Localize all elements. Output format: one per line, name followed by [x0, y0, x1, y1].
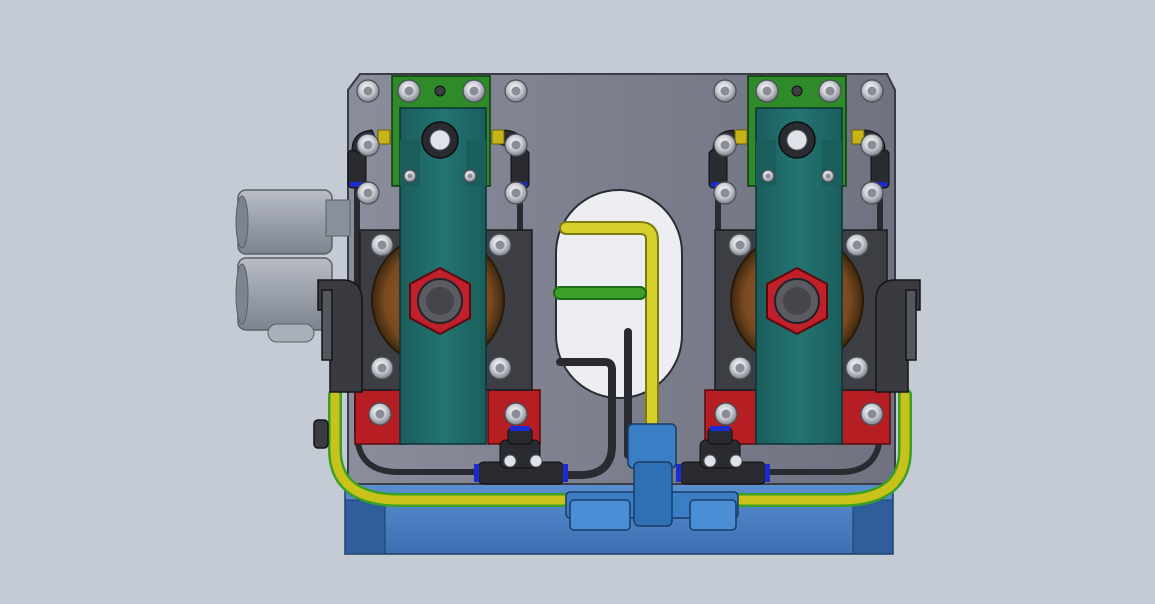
cap-screw: [504, 181, 528, 205]
cap-screw: [713, 79, 737, 103]
cap-screw: [818, 79, 842, 103]
cap-screw: [845, 356, 869, 380]
cap-screw: [504, 79, 528, 103]
cap-screw: [860, 133, 884, 157]
cap-screw: [728, 233, 752, 257]
cap-screw: [821, 169, 835, 183]
assembly-drawing: [235, 73, 921, 555]
cap-screw: [860, 402, 884, 426]
cap-screw: [370, 356, 394, 380]
cap-screw: [397, 79, 421, 103]
cap-screw: [860, 79, 884, 103]
cap-screw: [504, 402, 528, 426]
cap-screw: [713, 181, 737, 205]
cap-screw: [755, 79, 779, 103]
cap-screw: [356, 133, 380, 157]
cap-screw: [462, 79, 486, 103]
cap-screw: [504, 133, 528, 157]
cap-screw: [463, 169, 477, 183]
cap-screw: [713, 133, 737, 157]
cad-viewport[interactable]: [0, 0, 1155, 599]
cap-screw: [370, 233, 394, 257]
indicator-screw: [434, 85, 446, 97]
cap-screw: [761, 169, 775, 183]
cap-screw: [488, 233, 512, 257]
cap-screw: [860, 181, 884, 205]
cap-screw: [728, 356, 752, 380]
cap-screw: [356, 79, 380, 103]
cap-screw: [488, 356, 512, 380]
cap-screw: [368, 402, 392, 426]
cap-screw: [714, 402, 738, 426]
cap-screw: [403, 169, 417, 183]
indicator-screw: [791, 85, 803, 97]
cap-screw: [845, 233, 869, 257]
cap-screw: [356, 181, 380, 205]
